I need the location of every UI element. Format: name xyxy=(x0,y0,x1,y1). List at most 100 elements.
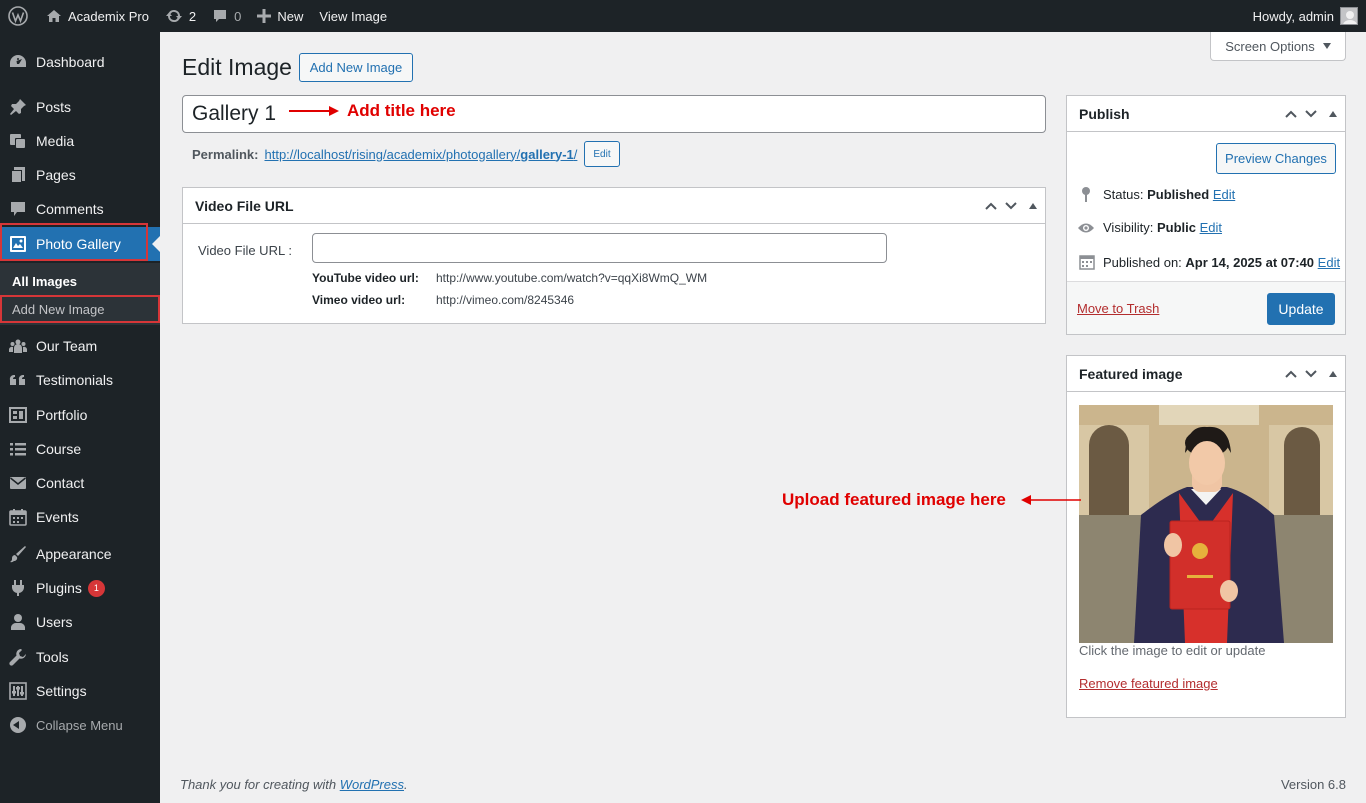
video-field-label: Video File URL : xyxy=(198,243,292,258)
video-box-title: Video File URL xyxy=(195,197,294,214)
annotation-featured-hint: Upload featured image here xyxy=(782,490,1006,509)
comment-icon xyxy=(212,8,228,24)
featured-box-title: Featured image xyxy=(1079,365,1183,382)
sidebar-item-photo-gallery[interactable]: Photo Gallery xyxy=(0,227,160,261)
sidebar-item-events[interactable]: Events xyxy=(0,500,160,534)
site-name-link[interactable]: Academix Pro xyxy=(36,0,157,32)
submenu-all-images[interactable]: All Images xyxy=(0,268,160,294)
visibility-edit-link[interactable]: Edit xyxy=(1200,220,1222,235)
visibility-row: Visibility: Public Edit xyxy=(1077,220,1222,235)
sidebar-item-tools[interactable]: Tools xyxy=(0,640,160,674)
plugins-update-badge: 1 xyxy=(87,579,105,597)
youtube-label: YouTube video url: xyxy=(312,271,419,285)
wordpress-logo-icon[interactable] xyxy=(0,0,36,32)
permalink-trailing: / xyxy=(573,146,578,162)
featured-handle-actions xyxy=(1285,356,1337,392)
sidebar-item-pages[interactable]: Pages xyxy=(0,158,160,192)
submenu-add-new-image[interactable]: Add New Image xyxy=(0,296,160,322)
brush-icon xyxy=(8,544,28,564)
visibility-value: Public xyxy=(1156,220,1196,235)
screen-options-button[interactable]: Screen Options xyxy=(1210,32,1346,61)
published-value: Apr 14, 2025 at 07:40 xyxy=(1185,254,1315,270)
toggle-panel-icon[interactable] xyxy=(1029,203,1037,209)
footer-thanks-prefix: Thank you for creating with xyxy=(180,777,340,792)
sidebar-item-label: Photo Gallery xyxy=(36,236,121,252)
photo-gallery-submenu: All Images Add New Image xyxy=(0,263,160,325)
sidebar-item-portfolio[interactable]: Portfolio xyxy=(0,398,160,432)
plugin-icon xyxy=(8,578,28,598)
sidebar-item-plugins[interactable]: Plugins 1 xyxy=(0,571,160,605)
sidebar-item-label: Events xyxy=(36,509,79,525)
plus-icon xyxy=(257,9,272,23)
sidebar-item-our-team[interactable]: Our Team xyxy=(0,329,160,363)
published-label: Published on: xyxy=(1103,254,1182,270)
sidebar-item-appearance[interactable]: Appearance xyxy=(0,537,160,571)
footer-wordpress-link[interactable]: WordPress xyxy=(340,777,404,792)
sidebar-item-label: Testimonials xyxy=(36,372,114,388)
sidebar-item-comments[interactable]: Comments xyxy=(0,192,160,226)
sidebar-item-settings[interactable]: Settings xyxy=(0,674,160,708)
collapse-menu-button[interactable]: Collapse Menu xyxy=(0,708,160,742)
sidebar-item-users[interactable]: Users xyxy=(0,605,160,639)
new-content-link[interactable]: New xyxy=(249,0,311,32)
add-new-image-button[interactable]: Add New Image xyxy=(299,53,413,82)
sidebar-item-label: Comments xyxy=(36,201,104,217)
move-to-trash-link[interactable]: Move to Trash xyxy=(1077,301,1159,316)
sidebar-item-testimonials[interactable]: Testimonials xyxy=(0,363,160,397)
updates-link[interactable]: 2 xyxy=(157,0,204,32)
sidebar-item-dashboard[interactable]: Dashboard xyxy=(0,45,160,79)
chevron-down-icon[interactable] xyxy=(1005,200,1017,212)
permalink-label: Permalink: xyxy=(192,146,259,162)
permalink-edit-button[interactable]: Edit xyxy=(584,141,620,167)
featured-image-hint: Click the image to edit or update xyxy=(1079,643,1266,658)
footer-thanks-suffix: . xyxy=(404,777,408,792)
sidebar-item-posts[interactable]: Posts xyxy=(0,90,160,124)
gallery-icon xyxy=(8,234,28,254)
video-file-url-input[interactable] xyxy=(312,233,887,263)
video-file-url-box: Video File URL Video File URL : YouTube … xyxy=(182,187,1046,324)
sidebar-item-label: Course xyxy=(36,441,82,457)
permalink-url[interactable]: http://localhost/rising/academix/photoga… xyxy=(264,147,577,162)
chevron-up-icon[interactable] xyxy=(985,200,997,212)
site-name-label: Academix Pro xyxy=(68,8,149,24)
avatar xyxy=(1340,7,1358,25)
vimeo-label: Vimeo video url: xyxy=(312,293,406,307)
toggle-panel-icon[interactable] xyxy=(1329,111,1337,117)
chevron-up-icon[interactable] xyxy=(1285,368,1297,380)
collapse-menu-label: Collapse Menu xyxy=(36,717,123,733)
chevron-down-icon[interactable] xyxy=(1305,368,1317,380)
sidebar-item-label: Settings xyxy=(36,683,87,699)
sidebar-item-label: Portfolio xyxy=(36,407,88,423)
comments-count: 0 xyxy=(234,8,242,24)
sidebar-item-label: Pages xyxy=(36,167,76,183)
caret-down-icon xyxy=(1322,43,1331,49)
sidebar-item-media[interactable]: Media xyxy=(0,124,160,158)
sidebar-item-label: Contact xyxy=(36,475,85,491)
publish-box-header: Publish xyxy=(1067,96,1345,132)
page-title: Edit Image xyxy=(182,54,292,80)
sidebar-item-contact[interactable]: Contact xyxy=(0,466,160,500)
status-edit-link[interactable]: Edit xyxy=(1213,187,1235,202)
title-input-value: Gallery 1 xyxy=(192,102,277,125)
comments-link[interactable]: 0 xyxy=(204,0,249,32)
view-image-link[interactable]: View Image xyxy=(311,0,395,32)
chevron-up-icon[interactable] xyxy=(1285,108,1297,120)
toggle-panel-icon[interactable] xyxy=(1329,371,1337,377)
update-button[interactable]: Update xyxy=(1267,293,1335,325)
my-account[interactable]: Howdy, admin xyxy=(1253,0,1358,32)
remove-featured-image-link[interactable]: Remove featured image xyxy=(1079,676,1218,691)
published-edit-link[interactable]: Edit xyxy=(1318,255,1340,270)
dashboard-icon xyxy=(8,52,28,72)
status-value: Published xyxy=(1147,186,1210,202)
refresh-icon xyxy=(165,7,183,25)
sidebar-item-course[interactable]: Course xyxy=(0,432,160,466)
admin-sidebar: Dashboard Posts Media Pages Comments Pho… xyxy=(0,32,160,803)
envelope-icon xyxy=(8,473,28,493)
howdy-label: Howdy, admin xyxy=(1252,8,1334,24)
chevron-down-icon[interactable] xyxy=(1305,108,1317,120)
footer-version: Version 6.8 xyxy=(1280,777,1346,792)
preview-changes-button[interactable]: Preview Changes xyxy=(1216,143,1336,174)
permalink-slug: gallery-1 xyxy=(520,146,574,162)
permalink-url-base: http://localhost/rising/academix/photoga… xyxy=(264,146,521,162)
featured-image-thumbnail[interactable] xyxy=(1079,405,1333,643)
